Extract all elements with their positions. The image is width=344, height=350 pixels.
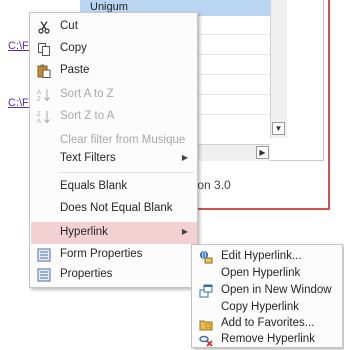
menu-item-label: Does Not Equal Blank bbox=[60, 202, 173, 214]
menu-item-paste[interactable]: Paste bbox=[31, 60, 197, 82]
submenu-item-label: Edit Hyperlink... bbox=[221, 250, 302, 262]
scissors-icon bbox=[37, 20, 51, 34]
menu-item-equals-blank[interactable]: Equals Blank bbox=[31, 176, 197, 198]
vertical-scrollbar[interactable]: ▼ bbox=[270, 0, 287, 138]
menu-item-label: Sort Z to A bbox=[60, 110, 115, 122]
menu-item-text-filters[interactable]: Text Filters ▶ bbox=[31, 148, 197, 170]
menu-item-cut[interactable]: Cut bbox=[31, 16, 197, 38]
svg-text:A: A bbox=[37, 119, 41, 124]
menu-item-properties[interactable]: Properties bbox=[31, 264, 197, 286]
submenu-arrow-icon: ▶ bbox=[181, 227, 188, 236]
submenu-item-remove-hyperlink[interactable]: Remove Hyperlink bbox=[193, 330, 341, 350]
submenu-item-label: Open Hyperlink bbox=[221, 267, 301, 279]
menu-item-hyperlink[interactable]: Hyperlink ▶ bbox=[31, 222, 197, 244]
scroll-down-button[interactable]: ▼ bbox=[272, 122, 285, 135]
menu-item-label: Paste bbox=[60, 64, 90, 76]
sort-descending-icon: ZA bbox=[37, 110, 51, 125]
submenu-item-label: Open in New Window bbox=[221, 284, 332, 296]
submenu-item-label: Add to Favorites... bbox=[221, 317, 315, 329]
menu-item-label: Cut bbox=[60, 20, 78, 32]
menu-item-label: Clear filter from Musique bbox=[60, 134, 186, 146]
favorites-folder-icon bbox=[199, 317, 213, 331]
menu-separator bbox=[60, 172, 194, 173]
menu-item-label: Text Filters bbox=[60, 152, 116, 164]
svg-text:A: A bbox=[37, 90, 41, 96]
paste-icon bbox=[37, 64, 51, 78]
menu-item-form-properties[interactable]: Form Properties bbox=[31, 244, 197, 266]
remove-hyperlink-icon bbox=[199, 333, 213, 347]
menu-item-does-not-equal-blank[interactable]: Does Not Equal Blank bbox=[31, 198, 197, 220]
svg-text:Z: Z bbox=[37, 112, 41, 118]
menu-item-label: Equals Blank bbox=[60, 180, 128, 192]
submenu-arrow-icon: ▶ bbox=[181, 153, 188, 162]
menu-item-label: Form Properties bbox=[60, 248, 143, 260]
scroll-right-button[interactable]: ▶ bbox=[256, 146, 269, 159]
menu-item-label: Copy bbox=[60, 42, 87, 54]
copy-icon bbox=[37, 42, 51, 56]
menu-item-copy[interactable]: Copy bbox=[31, 38, 197, 60]
menu-item-label: Sort A to Z bbox=[60, 88, 114, 100]
properties-icon bbox=[37, 268, 51, 282]
form-properties-icon bbox=[37, 248, 51, 262]
new-window-icon bbox=[199, 284, 213, 298]
submenu-item-label: Remove Hyperlink bbox=[221, 333, 315, 345]
menu-item-sort-z-to-a[interactable]: ZA Sort Z to A bbox=[31, 106, 197, 128]
menu-item-label: Properties bbox=[60, 268, 113, 280]
menu-item-label: Hyperlink bbox=[60, 226, 108, 238]
context-menu: Cut Copy Paste AZ Sort A to Z ZA Sort Z … bbox=[29, 12, 198, 288]
edit-hyperlink-icon bbox=[199, 250, 213, 264]
sort-ascending-icon: AZ bbox=[37, 88, 51, 103]
svg-text:Z: Z bbox=[37, 97, 41, 102]
menu-item-sort-a-to-z[interactable]: AZ Sort A to Z bbox=[31, 84, 197, 106]
hyperlink-submenu: Edit Hyperlink... Open Hyperlink Open in… bbox=[191, 244, 343, 348]
submenu-item-label: Copy Hyperlink bbox=[221, 301, 299, 313]
